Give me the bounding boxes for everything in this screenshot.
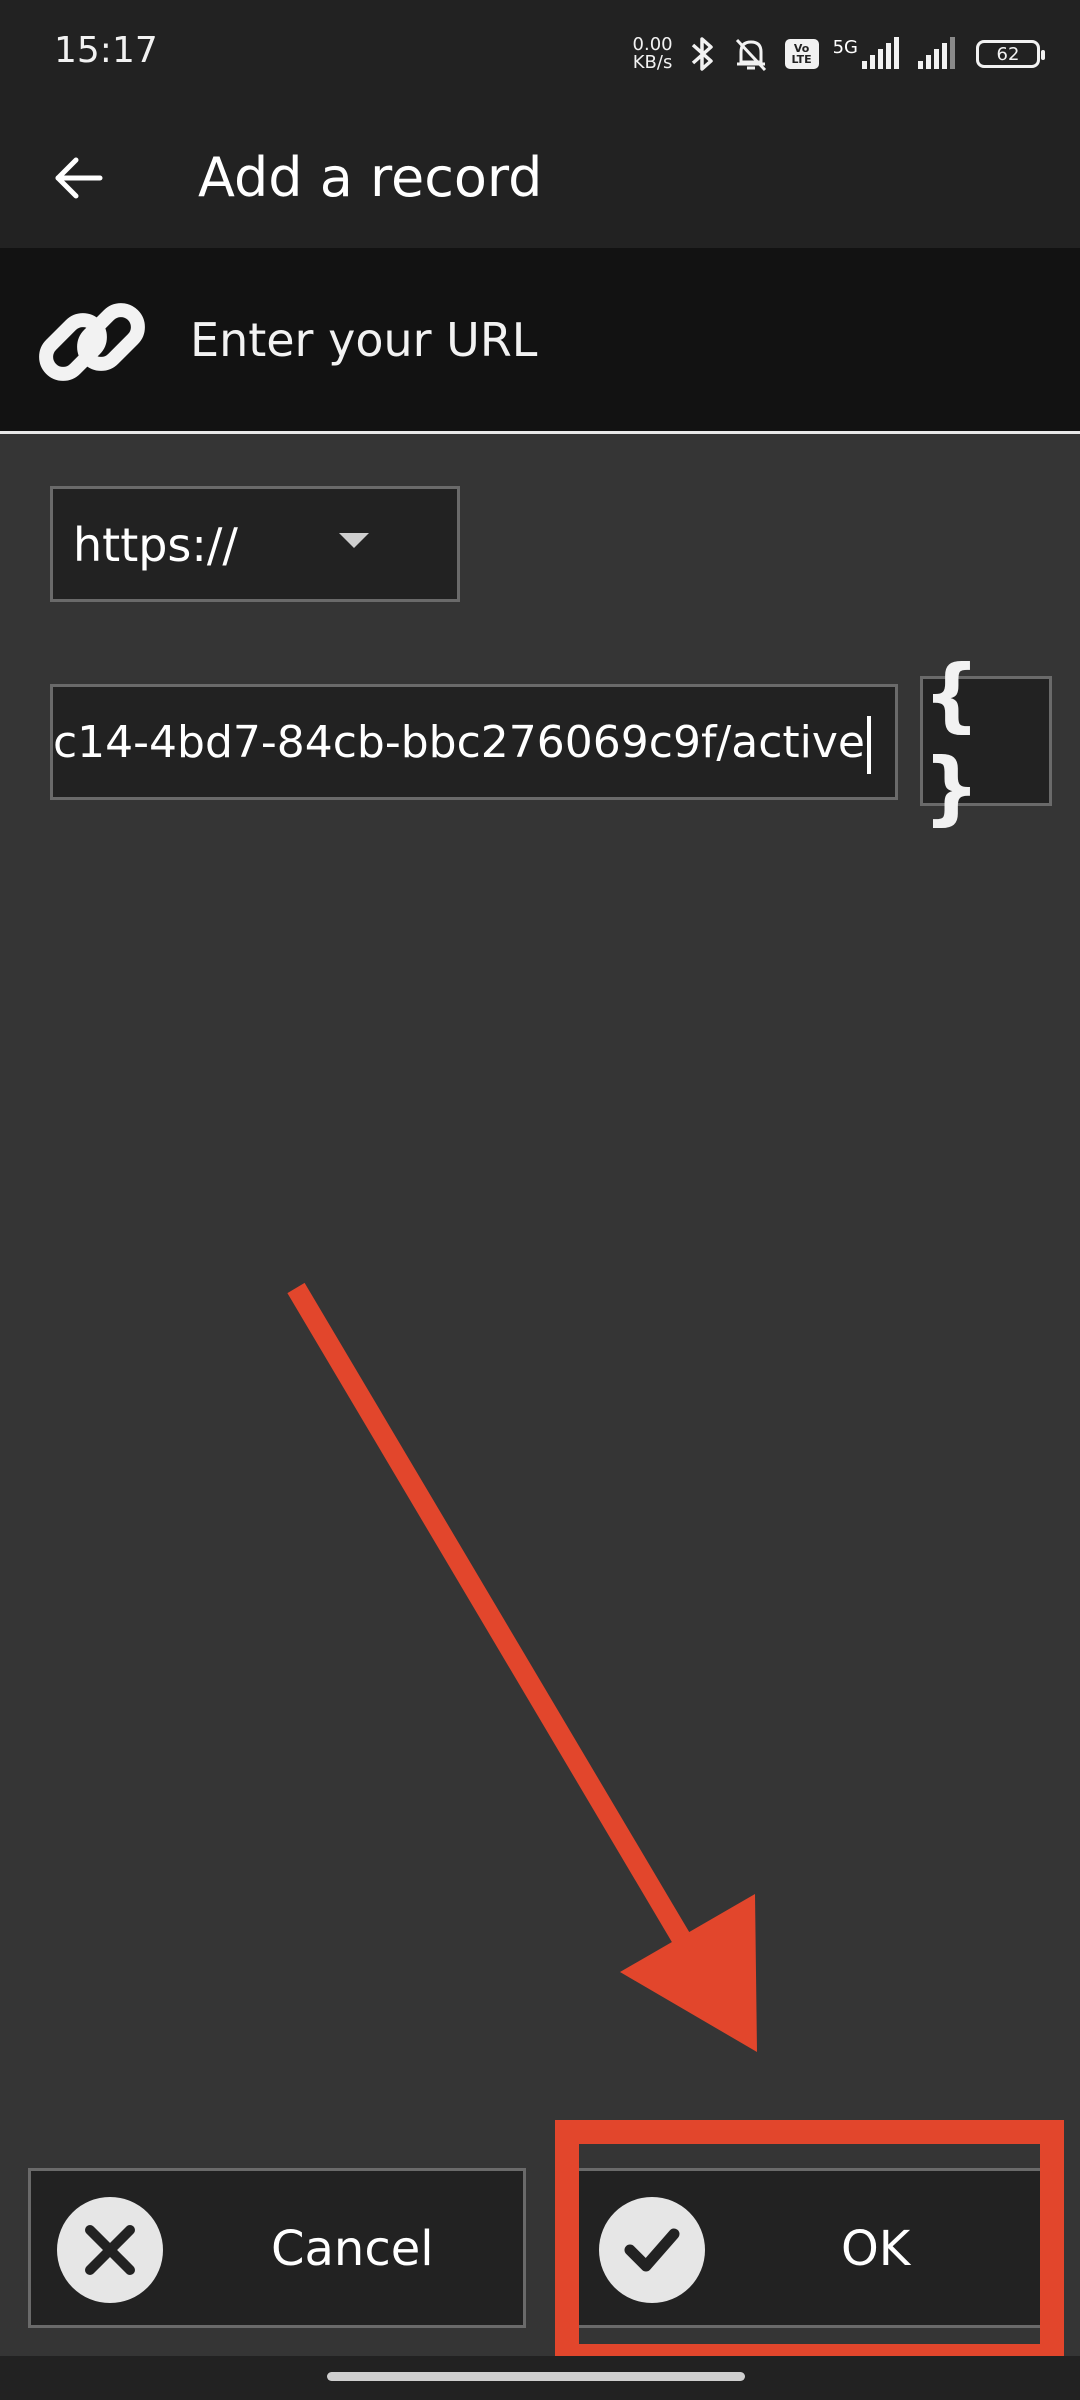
arrow-left-icon [55,157,103,199]
variables-button[interactable]: { } [920,648,1052,834]
cancel-icon-circle [57,2197,163,2303]
close-icon [85,2225,135,2275]
text-cursor [867,716,871,774]
scheme-select[interactable]: https:// [50,486,460,602]
url-input[interactable]: c14-4bd7-84cb-bbc276069c9f/active [50,684,898,800]
signal-5g: 5G [833,37,902,71]
status-time: 15:17 [54,30,158,71]
url-value: c14-4bd7-84cb-bbc276069c9f/active [52,717,865,768]
page-title: Add a record [198,146,543,209]
status-bar: 15:17 0.00 KB/s Vo LTE 5G 62 [0,0,1080,110]
volte-bottom: LTE [791,53,812,66]
section-label: Enter your URL [190,313,538,367]
volte-badge: Vo LTE [784,39,819,69]
cancel-button[interactable]: Cancel [28,2168,526,2328]
screen: 15:17 0.00 KB/s Vo LTE 5G 62 Add a recor… [0,0,1080,2400]
scheme-value: https:// [73,518,238,572]
url-value-wrap: c14-4bd7-84cb-bbc276069c9f/active [53,711,871,775]
caret-down-icon [339,533,369,548]
bluetooth-icon [691,37,713,71]
battery-level: 62 [996,43,1020,65]
mute-icon [735,38,766,72]
ok-icon-circle [599,2197,705,2303]
signal-icon [918,37,955,69]
signal-icon [862,37,899,69]
gesture-nav-handle[interactable] [327,2372,745,2381]
ok-label: OK [841,2221,911,2277]
back-button[interactable] [40,140,116,216]
net-speed: 0.00 KB/s [633,36,673,72]
net-speed-unit: KB/s [632,52,673,73]
section-header: Enter your URL [0,248,1080,434]
check-icon [624,2228,680,2272]
cancel-label: Cancel [271,2221,434,2277]
status-icons: 0.00 KB/s Vo LTE 5G 62 [633,28,1045,80]
network-type: 5G [832,37,858,58]
app-bar: Add a record [0,110,1080,248]
braces-icon: { } [923,648,980,834]
ok-button[interactable]: OK [570,2168,1052,2328]
battery-icon: 62 [976,40,1045,68]
link-icon [39,303,145,381]
